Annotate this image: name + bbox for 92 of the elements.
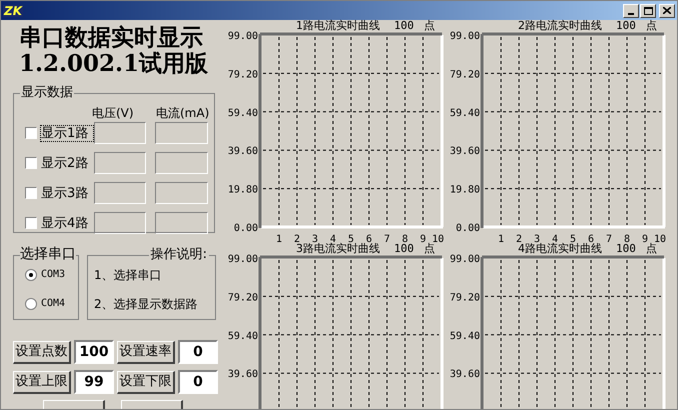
current-field[interactable]: [155, 152, 208, 174]
x-tick-label: 7: [384, 234, 390, 245]
checkbox-label[interactable]: 显示2路: [40, 154, 94, 172]
x-tick-label: 9: [420, 234, 426, 245]
x-tick-label: 10: [654, 234, 666, 245]
close-button[interactable]: [659, 4, 675, 18]
radio-button[interactable]: [25, 268, 37, 281]
group-title: 选择串口: [20, 246, 76, 263]
close-icon: [663, 7, 671, 14]
y-tick-label: 19.80: [450, 184, 480, 196]
point-count: 100: [616, 243, 636, 254]
setting-button[interactable]: 设置上限: [13, 370, 71, 394]
point-count: 100: [394, 243, 414, 254]
checkbox-label[interactable]: 显示3路: [40, 184, 94, 202]
chart-title: 2路电流实时曲线: [518, 20, 602, 31]
setting-field[interactable]: 0: [178, 340, 218, 364]
setting-field[interactable]: 0: [178, 370, 218, 394]
x-tick-label: 5: [570, 234, 576, 245]
y-tick-label: 79.20: [228, 69, 258, 80]
chart-title: 1路电流实时曲线: [296, 20, 380, 31]
x-tick-label: 2: [516, 234, 522, 245]
voltage-field[interactable]: [94, 182, 146, 204]
y-tick-label: 79.20: [228, 292, 258, 304]
y-tick-label: 59.40: [450, 330, 480, 342]
y-tick-label: 59.40: [228, 108, 258, 119]
instruction-text: 2、选择显示数据路: [94, 297, 199, 312]
y-tick-label: 99.00: [450, 254, 480, 265]
point-unit: 点: [424, 243, 435, 254]
chart-title: 4路电流实时曲线: [518, 243, 602, 254]
y-tick-label: 39.60: [450, 146, 480, 158]
current-field[interactable]: [155, 182, 208, 204]
x-tick-label: 6: [588, 234, 594, 245]
x-tick-label: 7: [606, 234, 612, 245]
y-tick-label: 19.80: [228, 184, 258, 196]
voltage-field[interactable]: [94, 212, 146, 234]
x-tick-label: 5: [348, 234, 354, 245]
x-tick-label: 10: [432, 234, 444, 245]
chart-title: 3路电流实时曲线: [296, 243, 380, 254]
radio-label[interactable]: COM4: [41, 299, 66, 310]
y-tick-label: 39.60: [450, 369, 480, 380]
app-title: 串口数据实时显示: [18, 25, 204, 51]
voltage-field[interactable]: [94, 122, 146, 144]
y-tick-label: 99.00: [228, 31, 258, 42]
instruction-text: 1、选择串口: [94, 268, 163, 282]
x-tick-label: 3: [534, 234, 540, 245]
y-tick-label: 79.20: [450, 292, 480, 304]
point-unit: 点: [424, 20, 435, 31]
checkbox[interactable]: [25, 157, 37, 169]
setting-button[interactable]: 设置点数: [13, 340, 71, 364]
setting-field[interactable]: 100: [74, 340, 114, 364]
app-logo: ZK: [3, 4, 23, 16]
y-tick-label: 79.20: [450, 69, 480, 80]
x-tick-label: 3: [312, 234, 318, 245]
setting-button[interactable]: 设置下限: [117, 370, 175, 394]
checkbox-label[interactable]: 显示4路: [40, 214, 94, 232]
column-header: 电压(V): [92, 106, 135, 120]
column-header: 电流(mA): [156, 106, 210, 120]
point-unit: 点: [646, 20, 657, 31]
minimize-button[interactable]: [623, 4, 639, 18]
setting-button[interactable]: 设置速率: [117, 340, 175, 364]
y-tick-label: 99.00: [228, 254, 258, 265]
y-tick-label: 59.40: [450, 108, 480, 119]
y-tick-label: 39.60: [228, 146, 258, 158]
checkbox[interactable]: [25, 127, 37, 139]
x-tick-label: 1: [498, 234, 504, 245]
setting-field[interactable]: 99: [74, 370, 114, 394]
y-tick-label: 59.40: [228, 330, 258, 342]
checkbox-label[interactable]: 显示1路: [40, 124, 94, 142]
point-count: 100: [394, 20, 414, 31]
y-tick-label: 39.60: [228, 369, 258, 380]
voltage-field[interactable]: [94, 152, 146, 174]
current-field[interactable]: [155, 122, 208, 144]
radio-button[interactable]: [25, 298, 37, 310]
radio-label[interactable]: COM3: [41, 270, 66, 280]
app-title: 1.2.002.1试用版: [18, 51, 210, 77]
x-tick-label: 9: [642, 234, 648, 245]
point-count: 100: [616, 20, 636, 31]
x-tick-label: 6: [366, 234, 372, 245]
group-title: 显示数据: [20, 85, 74, 101]
y-tick-label: 0.00: [234, 223, 258, 234]
checkbox[interactable]: [25, 187, 37, 199]
y-tick-label: 99.00: [450, 31, 480, 42]
x-tick-label: 8: [402, 234, 408, 245]
maximize-button[interactable]: [640, 4, 656, 18]
x-tick-label: 2: [294, 234, 300, 245]
checkbox[interactable]: [25, 217, 37, 229]
x-tick-label: 1: [276, 234, 282, 245]
y-tick-label: 0.00: [456, 223, 480, 234]
group-title: 操作说明:: [148, 246, 209, 263]
current-field[interactable]: [155, 212, 208, 234]
point-unit: 点: [646, 243, 657, 254]
x-tick-label: 8: [624, 234, 630, 245]
